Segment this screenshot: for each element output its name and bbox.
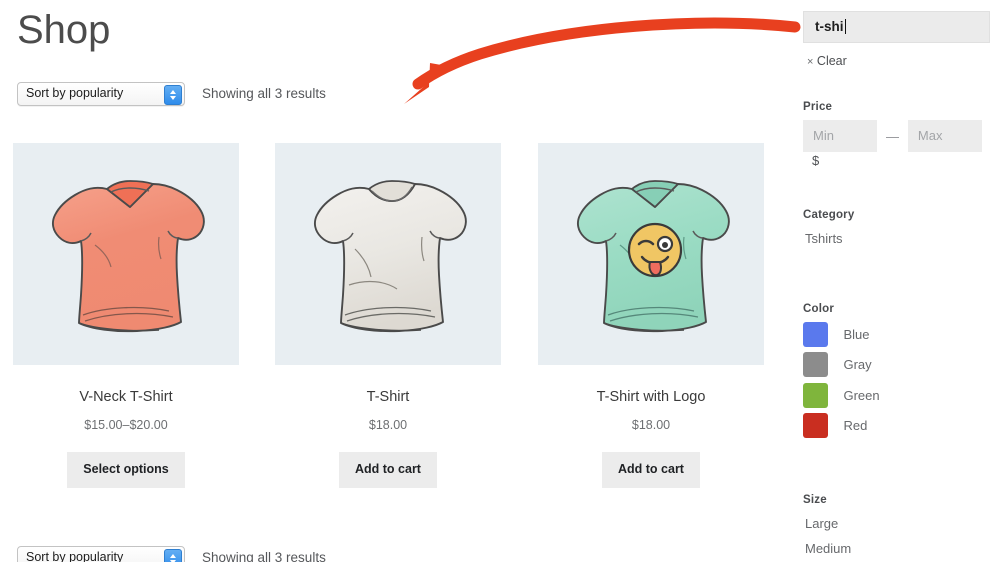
sort-select-bottom[interactable]: Sort by popularity	[17, 546, 185, 562]
product-price: $18.00	[368, 418, 408, 433]
close-x-icon: ×	[807, 56, 814, 68]
product-action-wrap: Add to cart	[538, 452, 764, 488]
smiley-logo-icon	[627, 222, 683, 278]
product-action-wrap: Add to cart	[275, 452, 501, 488]
main-content: Shop Sort by popularity Showing all 3 re…	[0, 0, 790, 562]
color-option-blue[interactable]: Blue	[803, 322, 869, 347]
clear-search-label: Clear	[816, 54, 847, 68]
color-swatch-green[interactable]	[803, 383, 828, 408]
product-action-wrap: Select options	[13, 452, 239, 488]
size-facet-title: Size	[803, 494, 827, 506]
color-facet-title: Color	[803, 303, 835, 315]
product-name[interactable]: T-Shirt	[275, 389, 501, 406]
color-label-green[interactable]: Green	[843, 388, 879, 403]
sort-select-label-bottom: Sort by popularity	[26, 550, 124, 562]
product-image[interactable]	[13, 143, 239, 365]
currency-symbol: $	[812, 153, 820, 169]
color-option-red[interactable]: Red	[803, 413, 867, 438]
chevron-up-down-icon[interactable]	[164, 85, 182, 105]
sort-bar-bottom: Sort by popularity Showing all 3 results	[17, 546, 757, 562]
color-label-blue[interactable]: Blue	[843, 327, 869, 342]
price-max-input[interactable]: Max	[907, 120, 982, 152]
category-item-tshirts[interactable]: Tshirts	[805, 231, 843, 246]
color-label-gray[interactable]: Gray	[843, 357, 871, 372]
add-to-cart-button[interactable]: Add to cart	[602, 452, 700, 488]
price-facet-title: Price	[803, 101, 833, 113]
sort-select-label: Sort by popularity	[26, 86, 124, 100]
product-name[interactable]: V-Neck T-Shirt	[13, 389, 239, 406]
price-range-separator: —	[885, 128, 899, 144]
search-input[interactable]: t-shi	[803, 11, 990, 43]
product-name[interactable]: T-Shirt with Logo	[538, 389, 764, 406]
product-image[interactable]	[275, 143, 501, 365]
color-swatch-gray[interactable]	[803, 352, 828, 377]
color-option-gray[interactable]: Gray	[803, 352, 872, 377]
product-card[interactable]: T-Shirt with Logo $18.00 Add to cart	[538, 143, 764, 488]
size-item-medium[interactable]: Medium	[805, 541, 851, 556]
price-max-placeholder: Max	[917, 128, 943, 143]
shop-page-screenshot: Shop Sort by popularity Showing all 3 re…	[0, 0, 1000, 562]
results-count: Showing all 3 results	[202, 86, 326, 101]
sort-bar-top: Sort by popularity Showing all 3 results	[17, 82, 757, 108]
product-image[interactable]	[538, 143, 764, 365]
search-input-value: t-shi	[815, 19, 844, 34]
add-to-cart-button[interactable]: Add to cart	[339, 452, 437, 488]
select-options-button[interactable]: Select options	[67, 452, 185, 488]
color-label-red[interactable]: Red	[843, 418, 867, 433]
text-cursor	[844, 19, 846, 34]
page-title: Shop	[17, 8, 111, 52]
chevron-up-down-icon-bottom[interactable]	[164, 549, 182, 562]
price-min-input[interactable]: Min	[803, 120, 877, 152]
clear-search-link[interactable]: × Clear	[807, 54, 847, 68]
category-facet-title: Category	[803, 209, 855, 221]
product-card[interactable]: T-Shirt $18.00 Add to cart	[275, 143, 501, 488]
filter-sidebar: t-shi	[790, 0, 1000, 562]
sort-select[interactable]: Sort by popularity	[17, 82, 185, 106]
size-item-large[interactable]: Large	[805, 516, 838, 531]
product-price: $15.00–$20.00	[84, 418, 168, 433]
color-option-green[interactable]: Green	[803, 383, 880, 408]
color-swatch-blue[interactable]	[803, 322, 828, 347]
product-price: $18.00	[631, 418, 671, 433]
price-filter-row: Min — Max $	[803, 120, 1000, 170]
results-count-bottom: Showing all 3 results	[202, 550, 326, 562]
color-swatch-red[interactable]	[803, 413, 828, 438]
price-min-placeholder: Min	[813, 128, 834, 143]
product-card[interactable]: V-Neck T-Shirt $15.00–$20.00 Select opti…	[13, 143, 239, 488]
